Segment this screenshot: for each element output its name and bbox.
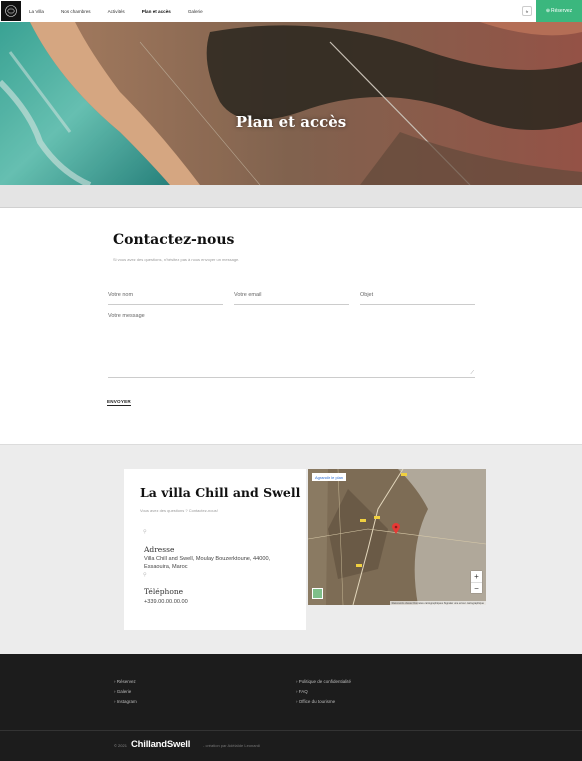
- footer-link-tourism[interactable]: › Office du tourisme: [296, 699, 335, 704]
- address-label: Adresse: [144, 545, 175, 554]
- map-pin-icon: ⚲: [143, 529, 147, 535]
- phone-icon: ⚲: [143, 572, 147, 578]
- footer-divider: [0, 730, 582, 731]
- hero-banner: Plan et accès: [0, 22, 582, 185]
- footer-brand[interactable]: ChillandSwell: [131, 739, 190, 750]
- phone-value[interactable]: +339.00.00.00.00: [144, 598, 188, 606]
- copyright: © 2021: [114, 743, 127, 748]
- send-button[interactable]: ENVOYER: [107, 399, 131, 406]
- map-type-toggle[interactable]: [312, 588, 323, 599]
- contact-section: Contactez-nous Si vous avez des question…: [0, 208, 582, 444]
- zoom-out-button[interactable]: −: [471, 582, 482, 593]
- nav-item-plan-et-acces[interactable]: Plan et accès: [142, 9, 179, 14]
- address-line-1: Villa Chill and Swell, Moulay Bouzerktou…: [144, 556, 271, 562]
- aerial-coast-image: [0, 22, 582, 185]
- resize-grip-icon[interactable]: ⟋: [470, 370, 474, 376]
- plus-circle-icon: ⊕: [545, 8, 551, 14]
- hero-divider: [0, 185, 582, 208]
- satellite-map-image: [308, 469, 486, 605]
- message-placeholder: Votre message: [108, 313, 145, 319]
- address-line-2: Essaouira, Maroc: [144, 564, 188, 570]
- name-field[interactable]: Votre nom: [108, 292, 223, 305]
- location-title: La villa Chill and Swell: [140, 485, 301, 500]
- subject-field[interactable]: Objet: [360, 292, 475, 305]
- nav-item-activites[interactable]: Activités: [108, 9, 133, 14]
- footer-link-privacy-label: Politique de confidentialité: [298, 679, 352, 684]
- reserve-button[interactable]: ⊕ Réservez: [536, 0, 582, 22]
- footer-credit[interactable]: - création par Adélaïde Leonardi: [203, 743, 260, 748]
- location-question: Vous avez des questions ? Contactez-nous…: [140, 508, 218, 513]
- logo[interactable]: [1, 1, 21, 21]
- footer-link-tourism-label: Office du tourisme: [298, 699, 336, 704]
- logo-emblem-icon: [5, 5, 17, 17]
- message-field[interactable]: Votre message ⟋: [108, 313, 475, 378]
- map-attribution[interactable]: Raccourcis clavier Données cartographiqu…: [389, 601, 486, 605]
- footer-link-reservez[interactable]: › Réservez: [114, 679, 136, 684]
- location-section: La villa Chill and Swell Vous avez des q…: [0, 444, 582, 654]
- zoom-controls: + −: [471, 571, 482, 593]
- enlarge-map-link[interactable]: Agrandir le plan: [312, 473, 347, 481]
- reserve-button-label: Réservez: [551, 8, 573, 14]
- top-navigation: La Villa Nos chambres Activités Plan et …: [0, 0, 582, 22]
- contact-subtitle: Si vous avez des questions, n'hésitez pa…: [113, 257, 240, 262]
- footer-link-reservez-label: Réservez: [116, 679, 136, 684]
- footer-link-galerie[interactable]: › Galerie: [114, 689, 131, 694]
- footer-link-faq-label: FAQ: [298, 689, 308, 694]
- page-title: Plan et accès: [235, 113, 347, 131]
- email-field[interactable]: Votre email: [234, 292, 349, 305]
- nav-item-la-villa[interactable]: La Villa: [29, 9, 52, 14]
- footer: › Réservez › Galerie › Instagram › Polit…: [0, 654, 582, 761]
- location-marker-icon[interactable]: [392, 523, 400, 534]
- zoom-in-button[interactable]: +: [471, 571, 482, 582]
- nav-menu: La Villa Nos chambres Activités Plan et …: [29, 9, 220, 14]
- phone-label: Téléphone: [144, 587, 184, 596]
- footer-link-instagram-label: Instagram: [116, 699, 137, 704]
- location-card: La villa Chill and Swell Vous avez des q…: [124, 469, 306, 630]
- footer-link-galerie-label: Galerie: [116, 689, 132, 694]
- nav-item-nos-chambres[interactable]: Nos chambres: [61, 9, 99, 14]
- embedded-map[interactable]: Agrandir le plan + − Raccourcis clavier …: [308, 469, 486, 605]
- footer-link-instagram[interactable]: › Instagram: [114, 699, 137, 704]
- footer-link-privacy[interactable]: › Politique de confidentialité: [296, 679, 351, 684]
- nav-item-galerie[interactable]: Galerie: [188, 9, 211, 14]
- language-selector[interactable]: fr: [522, 6, 532, 16]
- footer-link-faq[interactable]: › FAQ: [296, 689, 308, 694]
- contact-title: Contactez-nous: [113, 232, 235, 248]
